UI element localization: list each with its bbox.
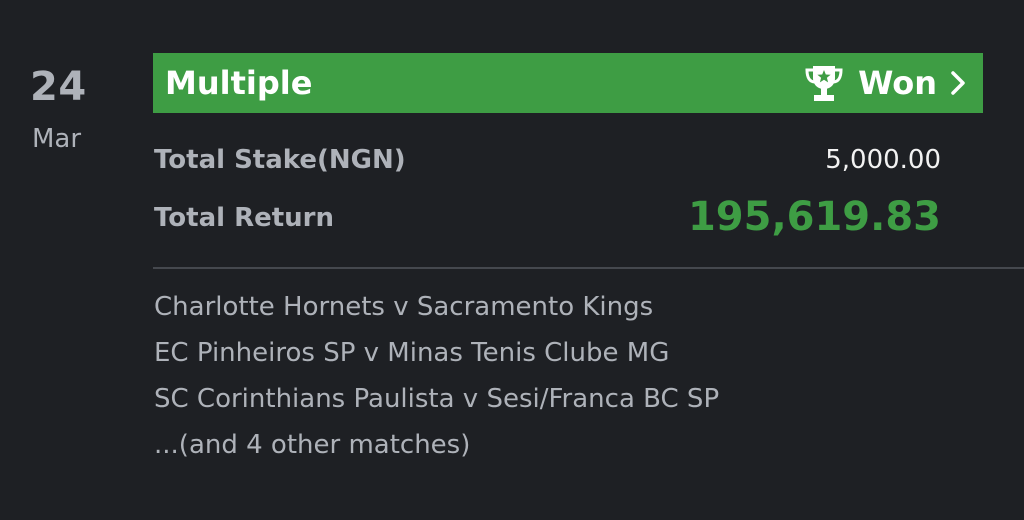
chevron-right-icon[interactable] bbox=[947, 68, 969, 98]
total-stake-value: 5,000.00 bbox=[825, 145, 941, 175]
bet-header-banner[interactable]: Multiple Won bbox=[153, 53, 983, 113]
match-item: Charlotte Hornets v Sacramento Kings bbox=[154, 292, 654, 322]
match-item: SC Corinthians Paulista v Sesi/Franca BC… bbox=[154, 384, 720, 414]
date-month: Mar bbox=[32, 124, 82, 154]
total-return-label: Total Return bbox=[154, 203, 335, 233]
bet-status: Won bbox=[802, 61, 969, 105]
match-list: Charlotte Hornets v Sacramento Kings EC … bbox=[154, 292, 719, 476]
match-item: EC Pinheiros SP v Minas Tenis Clube MG bbox=[154, 338, 670, 368]
date-day: 24 bbox=[30, 64, 87, 110]
trophy-icon bbox=[802, 61, 846, 105]
total-return-value: 195,619.83 bbox=[687, 194, 941, 240]
divider bbox=[153, 267, 1024, 269]
total-stake-label: Total Stake(NGN) bbox=[154, 145, 406, 175]
status-label: Won bbox=[858, 64, 937, 102]
bet-type-label: Multiple bbox=[165, 64, 313, 102]
more-matches-label: ...(and 4 other matches) bbox=[154, 430, 471, 460]
